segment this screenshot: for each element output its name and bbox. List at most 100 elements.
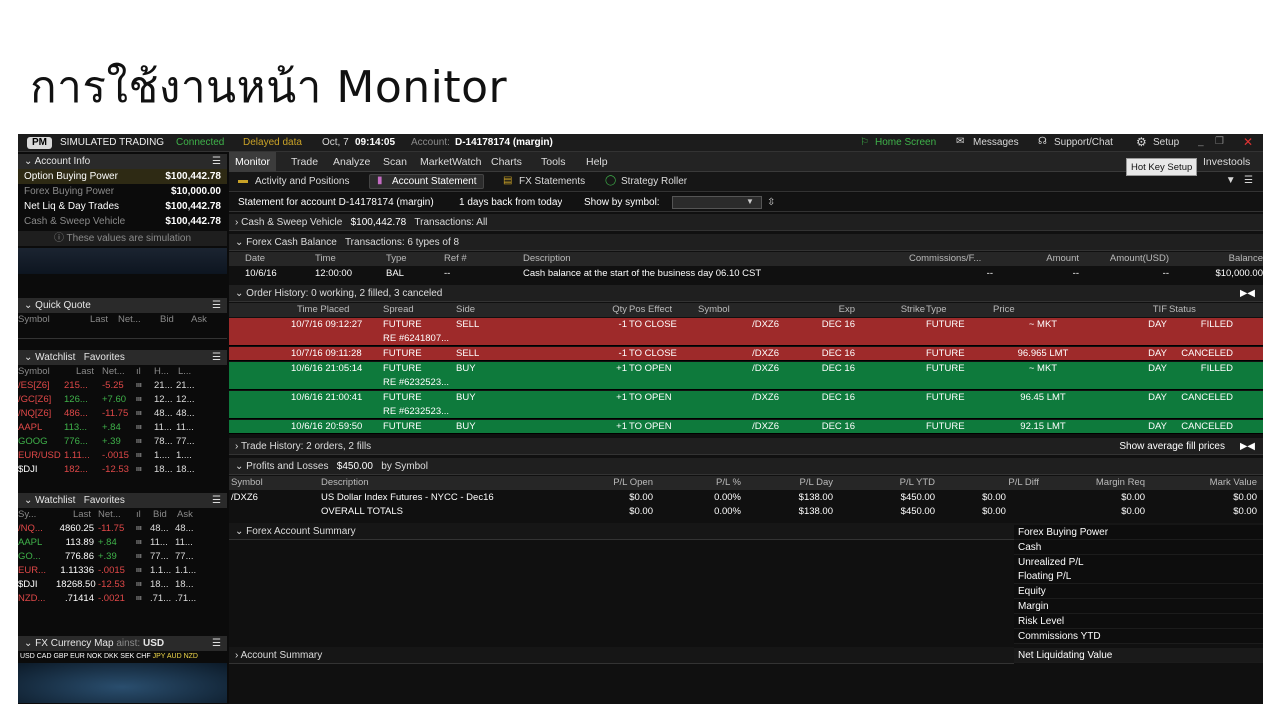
subtab-strategy-roller[interactable]: Strategy Roller: [621, 176, 687, 187]
watchlist-selector[interactable]: Favorites: [84, 352, 125, 363]
fx-currency-row: USD CAD GBP EUR NOK DKK SEK CHF JPY AUD …: [18, 651, 227, 663]
pm-badge[interactable]: PM: [27, 137, 52, 149]
investools-tab[interactable]: Investools: [1197, 152, 1256, 172]
cell-type: FUTURE: [926, 421, 965, 432]
cash-sweep-transactions[interactable]: Transactions: All: [414, 217, 487, 228]
cell-exp: DEC 16: [821, 421, 855, 432]
setup-button[interactable]: Setup: [1153, 137, 1179, 148]
cell-net: +.39: [98, 551, 117, 562]
pin-icon[interactable]: ▶◀: [1240, 438, 1255, 455]
cash-sweep-section[interactable]: › Cash & Sweep Vehicle $100,442.78 Trans…: [229, 214, 1263, 231]
order-row[interactable]: 10/6/16 21:05:14 FUTURE BUY +1 TO OPEN/DXZ6 D…: [229, 362, 1263, 390]
days-back-selector[interactable]: 1 days back from today: [459, 193, 562, 211]
col-strike: Strike: [900, 304, 925, 315]
fx-currency-cad[interactable]: CAD: [37, 653, 54, 660]
watchlist-row[interactable]: AAPL 113... +.84 ııı 11... 11...: [18, 421, 227, 435]
profits-losses-section[interactable]: ⌄ Profits and Losses $450.00 by Symbol: [229, 458, 1263, 475]
account-summary-section[interactable]: › Account Summary: [229, 647, 1014, 664]
menu-icon[interactable]: ☰: [212, 350, 221, 365]
watchlist-row[interactable]: GO... 776.86 +.39 ııı 77... 77...: [18, 550, 227, 564]
close-icon[interactable]: ✕: [1243, 135, 1253, 149]
menu-icon[interactable]: ☰: [212, 493, 221, 508]
thinkorswim-window: PM SIMULATED TRADING Connected Delayed d…: [18, 134, 1263, 704]
forex-cash-row[interactable]: 10/6/16 12:00:00 BAL -- Cash balance at …: [229, 267, 1263, 281]
restore-icon[interactable]: ❐: [1215, 136, 1224, 147]
order-row[interactable]: 10/7/16 09:12:27 FUTURE SELL -1 TO CLOSE/DXZ…: [229, 318, 1263, 346]
subtab-activity[interactable]: Activity and Positions: [255, 176, 350, 187]
fx-map-header[interactable]: ⌄ FX Currency Map ainst: USD ☰: [18, 636, 227, 651]
fx-base-currency[interactable]: USD: [143, 638, 164, 649]
trade-history-section[interactable]: › Trade History: 2 orders, 2 fills Show a…: [229, 438, 1263, 455]
filter-icon[interactable]: ⇳: [767, 193, 775, 211]
support-chat-button[interactable]: Support/Chat: [1054, 137, 1113, 148]
cell-balance: $10,000.00: [1215, 268, 1263, 279]
watchlist-row[interactable]: EUR/USD 1.11... -.0015 ııı 1.... 1....: [18, 449, 227, 463]
fx-currency-sek[interactable]: SEK: [120, 653, 136, 660]
watchlist-row[interactable]: /ES[Z6] 215... -5.25 ııı 21... 21...: [18, 379, 227, 393]
menu-icon[interactable]: ☰: [212, 636, 221, 651]
show-avg-fill-button[interactable]: Show average fill prices: [1119, 438, 1225, 455]
messages-button[interactable]: Messages: [973, 137, 1019, 148]
fx-currency-dkk[interactable]: DKK: [104, 653, 120, 660]
quick-quote-header[interactable]: ⌄ Quick Quote ☰: [18, 298, 227, 313]
pl-group-selector[interactable]: by Symbol: [381, 461, 428, 472]
strategy-roller-icon: ◯: [605, 175, 617, 186]
collapse-icon[interactable]: ▼ ☰: [1226, 175, 1253, 186]
net-liq-row: Net Liq & Day Trades $100,442.78: [18, 199, 227, 214]
home-screen-button[interactable]: Home Screen: [875, 137, 936, 148]
cell-last: .71414: [64, 593, 94, 604]
watchlist-title: Watchlist: [35, 495, 76, 506]
tab-marketwatch[interactable]: MarketWatch: [414, 152, 487, 172]
tab-scan[interactable]: Scan: [377, 152, 413, 172]
watchlist-row[interactable]: /NQ... 4860.25 -11.75 ııı 48... 48...: [18, 522, 227, 536]
tab-trade[interactable]: Trade: [285, 152, 324, 172]
fx-currency-jpy[interactable]: JPY: [153, 653, 167, 660]
quick-quote-input-row[interactable]: [18, 327, 227, 339]
order-row[interactable]: 10/6/16 20:59:50 FUTURE BUY +1 TO OPEN/DXZ6 D…: [229, 420, 1263, 434]
fx-currency-chf[interactable]: CHF: [136, 653, 152, 660]
pin-icon[interactable]: ▶◀: [1240, 285, 1255, 302]
cell-last: 776.86: [64, 551, 94, 562]
fx-currency-aud[interactable]: AUD: [167, 653, 184, 660]
fx-currency-nok[interactable]: NOK: [87, 653, 104, 660]
chevron-down-icon[interactable]: ▼: [746, 197, 754, 207]
account-selector[interactable]: D-14178174 (margin): [455, 137, 553, 148]
subtab-account-statement[interactable]: Account Statement: [369, 174, 484, 189]
world-map-graphic: [18, 663, 227, 703]
menu-icon[interactable]: ☰: [212, 154, 221, 169]
order-row[interactable]: 10/7/16 09:11:28 FUTURE SELL -1 TO CLOSE/DXZ…: [229, 347, 1263, 361]
fx-currency-eur[interactable]: EUR: [70, 653, 87, 660]
col-ask: Ask: [191, 314, 207, 325]
tab-tools[interactable]: Tools: [535, 152, 572, 172]
watchlist-header[interactable]: ⌄ Watchlist Favorites ☰: [18, 350, 227, 365]
watchlist-row[interactable]: $DJI 182... -12.53 ııı 18... 18...: [18, 463, 227, 477]
watchlist-row[interactable]: AAPL 113.89 +.84 ııı 11... 11...: [18, 536, 227, 550]
fx-currency-usd[interactable]: USD: [20, 653, 37, 660]
menu-icon[interactable]: ☰: [212, 298, 221, 313]
forex-cash-section[interactable]: ⌄ Forex Cash Balance Transactions: 6 typ…: [229, 234, 1263, 251]
subtab-fx-statements[interactable]: FX Statements: [519, 176, 585, 187]
watchlist-row[interactable]: GOOG 776... +.39 ııı 78... 77...: [18, 435, 227, 449]
cell-net: +7.60: [102, 394, 127, 405]
watchlist-row[interactable]: /NQ[Z6] 486... -11.75 ııı 48... 48...: [18, 407, 227, 421]
tab-monitor[interactable]: Monitor: [229, 152, 277, 172]
watchlist-row[interactable]: NZD... .71414 -.0021 ııı .71... .71...: [18, 592, 227, 606]
col-date: Date: [245, 253, 266, 264]
watchlist-row[interactable]: $DJI 18268.50 -12.53 ııı 18... 18...: [18, 578, 227, 592]
tab-charts[interactable]: Charts: [485, 152, 528, 172]
fx-currency-nzd[interactable]: NZD: [184, 653, 198, 660]
account-info-header[interactable]: ⌄ Account Info ☰: [18, 154, 227, 169]
order-history-section[interactable]: ⌄ Order History: 0 working, 2 filled, 3 …: [229, 285, 1263, 302]
fx-currency-gbp[interactable]: GBP: [53, 653, 70, 660]
watchlist-selector[interactable]: Favorites: [84, 495, 125, 506]
tab-analyze[interactable]: Analyze: [327, 152, 376, 172]
minimize-icon[interactable]: _: [1198, 136, 1204, 147]
watchlist-header[interactable]: ⌄ Watchlist Favorites ☰: [18, 493, 227, 508]
order-row[interactable]: 10/6/16 21:00:41 FUTURE BUY +1 TO OPEN/DXZ6 D…: [229, 391, 1263, 419]
pl-row[interactable]: OVERALL TOTALS $0.00 0.00% $138.00 $450.00 $0…: [229, 505, 1263, 519]
watchlist-row[interactable]: EUR... 1.11336 -.0015 ııı 1.1... 1.1...: [18, 564, 227, 578]
pl-row[interactable]: /DXZ6 US Dollar Index Futures - NYCC - De…: [229, 491, 1263, 505]
forex-cash-transactions[interactable]: Transactions: 6 types of 8: [345, 237, 459, 248]
tab-help[interactable]: Help: [580, 152, 614, 172]
watchlist-row[interactable]: /GC[Z6] 126... +7.60 ııı 12... 12...: [18, 393, 227, 407]
